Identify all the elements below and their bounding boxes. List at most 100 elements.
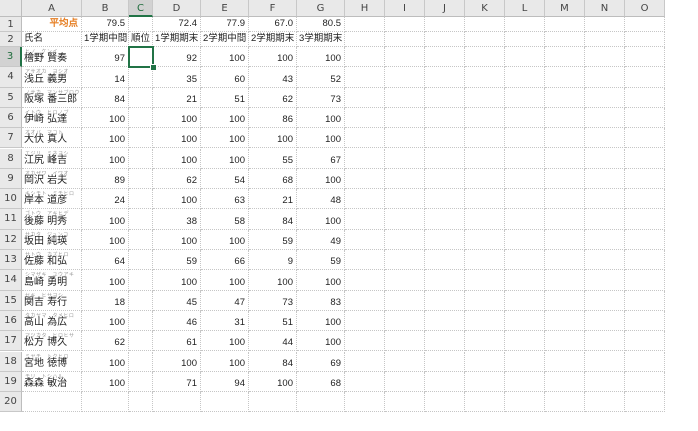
grid-cell[interactable]: 100 [249,47,297,68]
grid-cell[interactable] [625,392,665,413]
grid-cell[interactable]: 100 [153,148,201,169]
grid-cell[interactable]: 100 [201,270,249,291]
grid-cell[interactable] [545,290,585,311]
grid-cell[interactable] [505,148,545,169]
column-header-j[interactable]: J [425,0,465,17]
grid-cell[interactable] [625,310,665,332]
grid-cell[interactable]: 100 [249,270,297,291]
grid-cell[interactable]: 63 [201,189,249,210]
grid-cell[interactable]: 68 [249,168,297,190]
grid-cell[interactable]: 49 [297,229,345,250]
grid-cell[interactable] [465,371,505,393]
row-header-20[interactable]: 20 [0,392,22,413]
grid-cell[interactable]: 100 [153,229,201,250]
grid-cell[interactable] [385,310,425,332]
grid-cell[interactable] [345,371,385,393]
column-header-g[interactable]: G [297,0,345,17]
row-header-2[interactable]: 2 [0,32,22,47]
grid-cell[interactable] [505,371,545,393]
grid-cell[interactable]: 44 [249,331,297,352]
grid-cell[interactable]: 83 [297,290,345,311]
grid-cell[interactable] [425,67,465,88]
grid-cell[interactable]: ノサカ マンサブロウ 阪塚 番三郎 [22,87,82,108]
grid-cell[interactable] [345,310,385,332]
grid-cell[interactable] [585,392,625,413]
grid-cell[interactable] [129,331,153,352]
grid-cell[interactable]: 58 [201,209,249,230]
grid-cell[interactable]: 51 [201,87,249,108]
grid-cell[interactable]: 3学期期末 [297,32,345,47]
grid-cell[interactable] [505,392,545,413]
grid-cell[interactable] [129,250,153,271]
grid-cell[interactable] [545,168,585,190]
grid-cell[interactable] [625,351,665,372]
grid-cell[interactable] [585,32,625,47]
grid-cell[interactable] [505,229,545,250]
grid-cell[interactable] [465,128,505,149]
grid-cell[interactable] [129,310,153,332]
grid-cell[interactable] [585,250,625,271]
grid-cell[interactable] [385,189,425,210]
grid-cell[interactable] [425,168,465,190]
grid-cell[interactable] [585,270,625,291]
grid-cell[interactable]: 67 [297,148,345,169]
grid-cell[interactable] [201,392,249,413]
row-header-7[interactable]: 7 [0,128,22,149]
grid-cell[interactable] [345,168,385,190]
column-header-k[interactable]: K [465,0,505,17]
column-header-l[interactable]: L [505,0,545,17]
grid-cell[interactable]: シマザキ ユウアキ 島崎 勇明 [22,270,82,291]
fill-handle[interactable] [150,64,157,72]
grid-cell[interactable] [585,310,625,332]
grid-cell[interactable]: 62 [82,331,129,352]
grid-cell[interactable] [505,67,545,88]
grid-cell[interactable]: 71 [153,371,201,393]
grid-cell[interactable]: 43 [249,67,297,88]
grid-cell[interactable]: 100 [297,168,345,190]
grid-cell[interactable]: 100 [153,351,201,372]
grid-cell[interactable]: 52 [297,67,345,88]
row-header-4[interactable]: 4 [0,67,22,88]
grid-cell[interactable]: 100 [297,128,345,149]
grid-cell[interactable] [385,47,425,68]
row-header-3[interactable]: 3 [0,47,22,68]
grid-cell[interactable]: 66 [201,250,249,271]
grid-cell[interactable]: 86 [249,107,297,129]
grid-cell[interactable]: 59 [153,250,201,271]
grid-cell[interactable] [465,17,505,32]
column-header-i[interactable]: I [385,0,425,17]
grid-cell[interactable] [385,168,425,190]
grid-cell[interactable] [129,209,153,230]
grid-cell[interactable]: 61 [153,331,201,352]
grid-cell[interactable] [505,270,545,291]
grid-cell[interactable] [505,310,545,332]
grid-cell[interactable]: 69 [297,351,345,372]
grid-cell[interactable]: 68 [297,371,345,393]
grid-cell[interactable] [345,148,385,169]
grid-cell[interactable] [345,47,385,68]
grid-cell[interactable]: イトウ ヒロノブ 伊崎 弘達 [22,107,82,129]
grid-cell[interactable]: 100 [201,331,249,352]
grid-cell[interactable] [345,331,385,352]
row-header-9[interactable]: 9 [0,168,22,190]
grid-cell[interactable] [465,148,505,169]
grid-cell[interactable]: 100 [82,310,129,332]
grid-cell[interactable]: 84 [249,209,297,230]
grid-cell[interactable] [82,392,129,413]
grid-cell[interactable]: 100 [297,270,345,291]
grid-cell[interactable]: 100 [82,107,129,129]
grid-cell[interactable]: 59 [297,250,345,271]
grid-cell[interactable] [545,351,585,372]
grid-cell[interactable]: 31 [201,310,249,332]
grid-cell[interactable] [385,148,425,169]
grid-cell[interactable]: 64 [82,250,129,271]
grid-cell[interactable]: 9 [249,250,297,271]
grid-cell[interactable] [585,351,625,372]
grid-cell[interactable] [625,87,665,108]
grid-cell[interactable]: 89 [82,168,129,190]
grid-cell[interactable] [425,229,465,250]
grid-cell[interactable] [425,270,465,291]
grid-cell[interactable] [465,47,505,68]
grid-cell[interactable]: ミヤチ トクヒロ 宮地 徳博 [22,351,82,372]
grid-cell[interactable] [345,392,385,413]
